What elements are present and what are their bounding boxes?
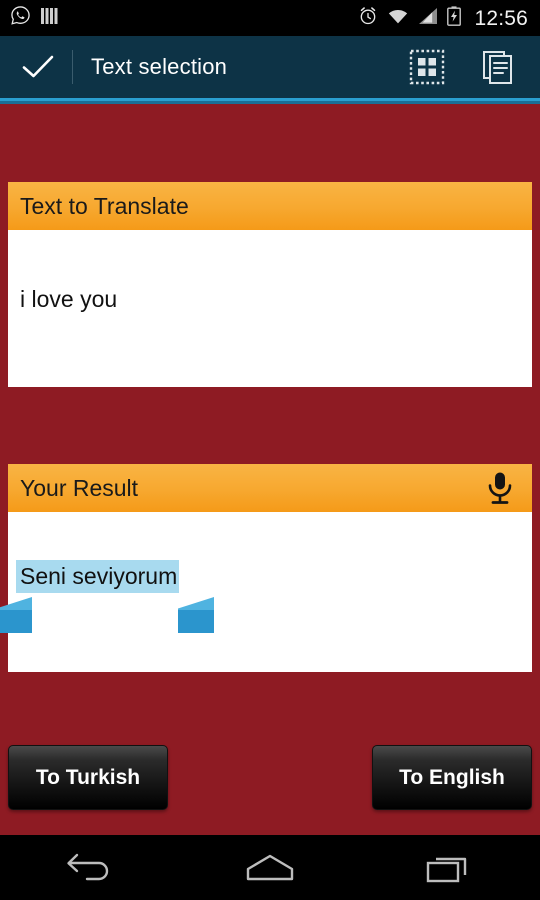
selection-handle-end[interactable]: [178, 597, 214, 633]
status-bar-system: 12:56: [358, 5, 528, 31]
navigation-bar: [0, 835, 540, 900]
to-turkish-button[interactable]: To Turkish: [8, 745, 168, 810]
main-content: Text to Translate i love you Your Result: [0, 104, 540, 835]
back-icon[interactable]: [30, 835, 150, 900]
status-bar-notifications: [10, 5, 59, 31]
alarm-icon: [358, 6, 378, 31]
source-card: Text to Translate i love you: [8, 182, 532, 387]
action-bar-divider: [72, 50, 73, 84]
microphone-icon[interactable]: [480, 468, 520, 508]
signal-bars-notification-icon: [41, 6, 59, 31]
action-bar-title: Text selection: [91, 54, 228, 79]
source-text-area[interactable]: i love you: [8, 230, 532, 387]
check-icon[interactable]: [16, 45, 60, 89]
copy-icon[interactable]: [476, 44, 522, 90]
cellular-signal-icon: [418, 7, 438, 30]
home-icon[interactable]: [210, 835, 330, 900]
action-bar-actions: [404, 44, 522, 90]
select-all-icon[interactable]: [404, 44, 450, 90]
source-card-title: Text to Translate: [20, 192, 189, 219]
result-card-title: Your Result: [20, 474, 139, 501]
result-card-header: Your Result: [8, 464, 532, 512]
battery-charging-icon: [447, 5, 462, 31]
status-bar: 12:56: [0, 0, 540, 36]
recent-apps-icon[interactable]: [390, 835, 510, 900]
source-text: i love you: [20, 286, 118, 312]
result-text: Seni seviyorum: [16, 560, 180, 594]
result-card: Your Result Seni seviyorum: [0, 464, 532, 672]
selection-handle-start[interactable]: [0, 597, 32, 633]
action-bar: Text selection: [0, 36, 540, 98]
to-english-button[interactable]: To English: [372, 745, 532, 810]
wifi-icon: [387, 7, 409, 30]
status-bar-clock: 12:56: [474, 6, 528, 30]
phone-screen: 12:56 Text selection Text to Translate i…: [0, 0, 540, 900]
result-text-area[interactable]: Seni seviyorum: [0, 512, 532, 672]
source-card-header: Text to Translate: [8, 182, 532, 230]
whatsapp-icon: [10, 5, 31, 31]
